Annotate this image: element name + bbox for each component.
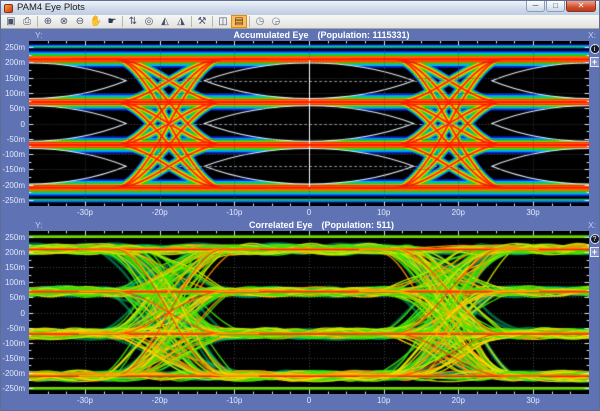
y-tick-label: 150m (5, 263, 25, 272)
window-title: PAM4 Eye Plots (17, 1, 85, 15)
x-tick-label: -20p (152, 208, 168, 217)
x-axis-tick-labels: -30p -20p -10p 0 10p 20p 30p (29, 207, 589, 218)
y-tick-label: -200m (2, 369, 25, 378)
x-tick-label: 30p (526, 208, 539, 217)
y-tick-label: -250m (2, 384, 25, 393)
correlated-eye-header: Y: Correlated Eye (Population: 511) X: (1, 219, 600, 231)
y-tick-label: 100m (5, 278, 25, 287)
x-axis-prefix: X: (588, 220, 600, 230)
y-tick-label: -100m (2, 150, 25, 159)
toolbar-separator (122, 16, 123, 27)
y-axis-tick-labels: 250m 200m 150m 100m 50m 0 -50m -100m -150m -200m -… (1, 231, 27, 394)
y-tick-label: 150m (5, 74, 25, 83)
y-tick-label: -200m (2, 181, 25, 190)
help-button[interactable]: ? (590, 234, 600, 244)
toolbar-separator (212, 16, 213, 27)
y-tick-label: -250m (2, 196, 25, 205)
correlated-eye-plot: Y: Correlated Eye (Population: 511) X: 25… (1, 219, 600, 409)
y-tick-label: 250m (5, 43, 25, 52)
y-tick-label: 0 (21, 309, 25, 318)
toolbar-separator (37, 16, 38, 27)
save-icon[interactable]: ▣ (3, 15, 19, 28)
population-label: (Population: 511) (321, 220, 394, 230)
zoom-out-icon[interactable]: ⊖ (72, 15, 88, 28)
y-tick-label: -50m (7, 324, 25, 333)
y-tick-label: 0 (21, 120, 25, 129)
y-tick-label: 50m (9, 293, 25, 302)
y-tick-label: -150m (2, 165, 25, 174)
plot-side-buttons: i + (589, 44, 600, 67)
y-tick-label: -50m (7, 135, 25, 144)
y-tick-label: 200m (5, 248, 25, 257)
stem-view-icon[interactable]: ⇅ (125, 15, 141, 28)
bathtub-vertical-icon[interactable]: ◭ (157, 15, 173, 28)
x-tick-label: -30p (77, 396, 93, 405)
correlated-eye-canvas[interactable] (29, 231, 589, 394)
window-controls: ─ □ ✕ (526, 1, 596, 12)
figure-canvas-area: Y: Accumulated Eye(Population: 1115331) … (1, 29, 600, 411)
x-tick-label: 10p (377, 208, 390, 217)
accumulated-eye-canvas[interactable] (29, 41, 589, 206)
accumulated-eye-plot: Y: Accumulated Eye(Population: 1115331) … (1, 29, 600, 219)
y-tick-label: 200m (5, 58, 25, 67)
layout-rows-icon[interactable]: ▤ (231, 15, 247, 28)
toolbar: ▣ ⎙ ⊕ ⊗ ⊖ ✋ ☛ ⇅ ◎ ◭ ◮ ⚒ ◫ ▤ ◷ ◶ (1, 15, 599, 29)
expand-button[interactable]: + (590, 57, 600, 67)
toolbar-separator (191, 16, 192, 27)
x-tick-label: 20p (452, 208, 465, 217)
y-tick-label: 100m (5, 89, 25, 98)
clock-marker-1-icon[interactable]: ◷ (252, 15, 268, 28)
close-button[interactable]: ✕ (566, 1, 596, 12)
plot-title-text: Correlated Eye (249, 220, 313, 230)
x-tick-label: 10p (377, 396, 390, 405)
x-tick-label: 30p (526, 396, 539, 405)
plot-title: Accumulated Eye (Population: 1115331) (55, 30, 588, 40)
layout-columns-icon[interactable]: ◫ (215, 15, 231, 28)
bathtub-horizontal-icon[interactable]: ◮ (173, 15, 189, 28)
y-axis-prefix: Y: (1, 220, 55, 230)
title-bar[interactable]: PAM4 Eye Plots ─ □ ✕ (1, 1, 599, 15)
figure-window: PAM4 Eye Plots ─ □ ✕ ▣ ⎙ ⊕ ⊗ ⊖ ✋ ☛ ⇅ ◎ ◭… (0, 0, 600, 411)
y-tick-label: -100m (2, 339, 25, 348)
maximize-button[interactable]: □ (546, 1, 565, 12)
data-brush-icon[interactable]: ☛ (104, 15, 120, 28)
plot-side-buttons: ? + (589, 234, 600, 257)
population-label: (Population: 1115331) (317, 30, 409, 40)
x-axis-tick-labels: -30p -20p -10p 0 10p 20p 30p (29, 395, 589, 406)
y-tick-label: 250m (5, 233, 25, 242)
y-axis-prefix: Y: (1, 30, 55, 40)
x-axis-prefix: X: (588, 30, 600, 40)
x-tick-label: 0 (307, 396, 311, 405)
x-tick-label: -30p (77, 208, 93, 217)
settings-wrench-icon[interactable]: ⚒ (194, 15, 210, 28)
expand-button[interactable]: + (590, 247, 600, 257)
plot-title: Correlated Eye (Population: 511) (55, 220, 588, 230)
pan-icon[interactable]: ✋ (88, 15, 104, 28)
app-icon (4, 4, 13, 13)
x-tick-label: 0 (307, 208, 311, 217)
minimize-button[interactable]: ─ (526, 1, 545, 12)
zoom-selection-icon[interactable]: ⊗ (56, 15, 72, 28)
clock-marker-2-icon[interactable]: ◶ (268, 15, 284, 28)
y-axis-tick-labels: 250m 200m 150m 100m 50m 0 -50m -100m -150m -200m -… (1, 41, 27, 206)
zoom-in-icon[interactable]: ⊕ (40, 15, 56, 28)
x-tick-label: -10p (226, 396, 242, 405)
x-tick-label: -10p (226, 208, 242, 217)
plot-title-text: Accumulated Eye (233, 30, 308, 40)
x-tick-label: -20p (152, 396, 168, 405)
accumulated-eye-header: Y: Accumulated Eye(Population: 1115331) … (1, 29, 600, 41)
eye-contour-icon[interactable]: ◎ (141, 15, 157, 28)
y-tick-label: -150m (2, 354, 25, 363)
info-button[interactable]: i (590, 44, 600, 54)
x-tick-label: 20p (452, 396, 465, 405)
toolbar-separator (249, 16, 250, 27)
y-tick-label: 50m (9, 104, 25, 113)
print-icon[interactable]: ⎙ (19, 15, 35, 28)
